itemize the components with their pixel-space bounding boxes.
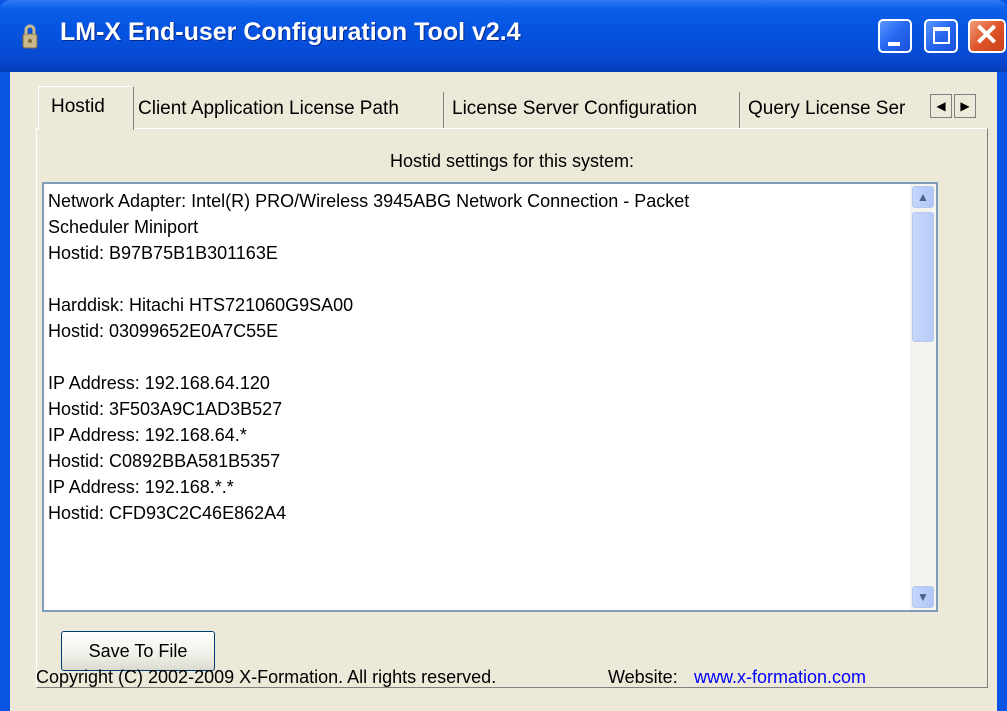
- tab-scroll-right-button[interactable]: ▶: [954, 94, 976, 118]
- tab-license-server-configuration[interactable]: License Server Configuration: [444, 92, 740, 128]
- chevron-down-icon: ▼: [917, 590, 929, 604]
- scroll-down-button[interactable]: ▼: [912, 586, 934, 608]
- copyright-text: Copyright (C) 2002-2009 X-Formation. All…: [36, 667, 497, 687]
- website-label: Website:: [608, 667, 678, 687]
- chevron-up-icon: ▲: [917, 190, 929, 204]
- arrow-right-icon: ▶: [960, 99, 970, 113]
- window-title: LM-X End-user Configuration Tool v2.4: [60, 18, 521, 46]
- panel-heading: Hostid settings for this system:: [389, 151, 635, 171]
- scroll-up-button[interactable]: ▲: [912, 186, 934, 208]
- title-bar[interactable]: LM-X End-user Configuration Tool v2.4 ✕: [0, 0, 1007, 72]
- lock-icon: [22, 24, 38, 49]
- maximize-button[interactable]: [924, 19, 958, 53]
- tab-scroll-left-button[interactable]: ◀: [930, 94, 952, 118]
- website-link[interactable]: www.x-formation.com: [694, 667, 866, 688]
- hostid-text[interactable]: Network Adapter: Intel(R) PRO/Wireless 3…: [44, 184, 912, 530]
- hostid-textbox[interactable]: Network Adapter: Intel(R) PRO/Wireless 3…: [42, 182, 938, 612]
- minimize-button[interactable]: [878, 19, 912, 53]
- tab-hostid[interactable]: Hostid: [38, 86, 134, 130]
- tab-query-license-server[interactable]: Query License Ser: [740, 92, 930, 128]
- vertical-scrollbar[interactable]: ▲ ▼: [910, 184, 936, 610]
- tab-client-application-license-path[interactable]: Client Application License Path: [134, 92, 444, 128]
- close-button[interactable]: ✕: [968, 19, 1006, 53]
- close-icon: ✕: [974, 19, 1000, 52]
- maximize-icon: [933, 27, 950, 44]
- app-window: LM-X End-user Configuration Tool v2.4 ✕ …: [0, 0, 1007, 711]
- minimize-icon: [888, 42, 900, 46]
- scroll-thumb[interactable]: [912, 212, 934, 342]
- arrow-left-icon: ◀: [936, 99, 946, 113]
- save-to-file-button[interactable]: Save To File: [61, 631, 215, 671]
- client-area: Hostid Client Application License Path L…: [10, 72, 997, 711]
